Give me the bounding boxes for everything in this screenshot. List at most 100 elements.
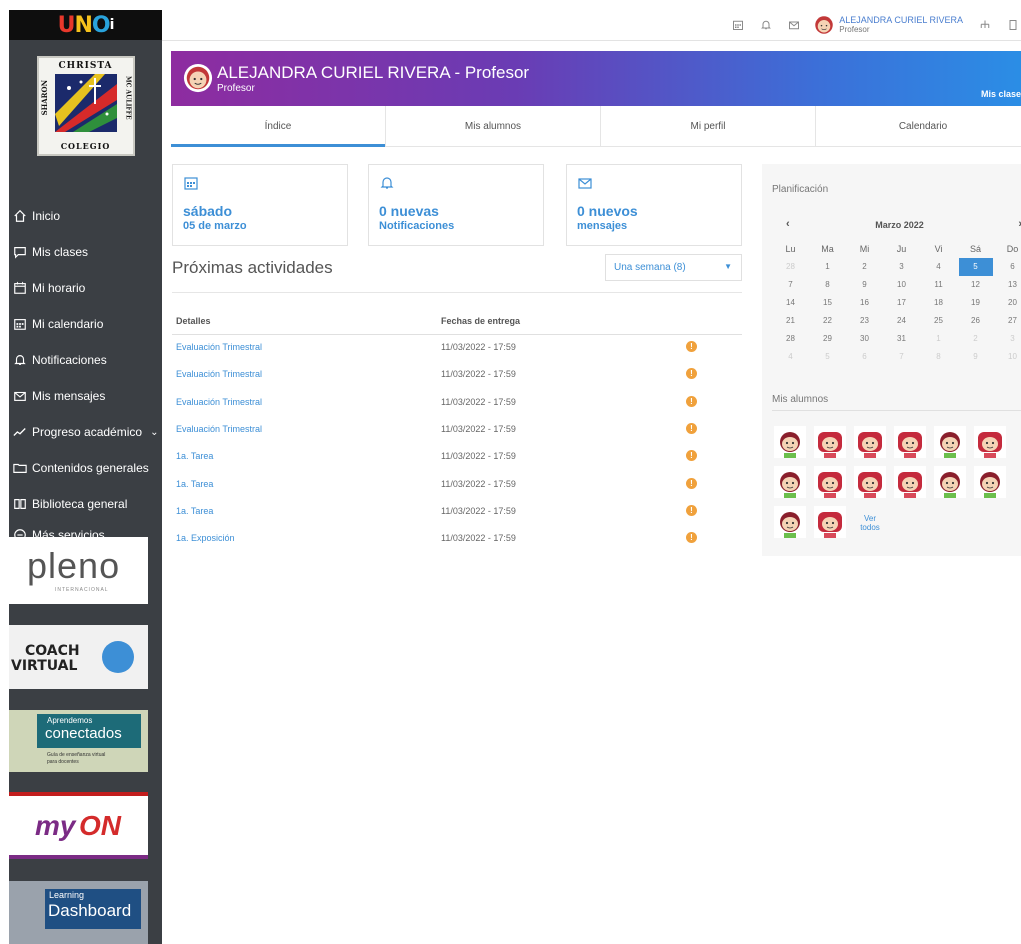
calendar-day[interactable]: 17 xyxy=(883,294,920,312)
see-all-students-link[interactable]: Ver todos xyxy=(854,514,886,532)
calendar-day[interactable]: 13 xyxy=(994,276,1021,294)
calendar-day[interactable]: 4 xyxy=(920,258,957,276)
calendar-day[interactable]: 2 xyxy=(957,330,994,348)
student-avatar[interactable] xyxy=(774,466,806,498)
calendar-day[interactable]: 30 xyxy=(846,330,883,348)
calendar-day[interactable]: 7 xyxy=(883,348,920,366)
calendar-day[interactable]: 11 xyxy=(920,276,957,294)
aprendemos-conectados-banner[interactable]: Aprendemos conectados Guía de enseñanza … xyxy=(9,710,148,772)
tab-calendario[interactable]: Calendario xyxy=(816,106,1021,146)
user-menu[interactable]: ALEJANDRA CURIEL RIVERA Profesor xyxy=(814,15,963,35)
calendar-day[interactable]: 1 xyxy=(920,330,957,348)
notifications-card[interactable]: 0 nuevas Notificaciones xyxy=(368,164,544,246)
table-row[interactable]: Evaluación Trimestral 11/03/2022 - 17:59! xyxy=(172,334,742,361)
table-row[interactable]: Evaluación Trimestral 11/03/2022 - 17:59! xyxy=(172,389,742,416)
student-avatar[interactable] xyxy=(774,506,806,538)
mail-icon[interactable] xyxy=(786,17,802,33)
calendar-day[interactable]: 6 xyxy=(846,348,883,366)
tab-indice[interactable]: Índice xyxy=(171,106,386,147)
calendar-day[interactable]: 8 xyxy=(920,348,957,366)
calendar-day[interactable]: 27 xyxy=(994,312,1021,330)
student-avatar[interactable] xyxy=(974,466,1006,498)
pleno-banner[interactable]: pleno INTERNACIONAL xyxy=(9,537,148,604)
student-avatar[interactable] xyxy=(854,466,886,498)
student-avatar[interactable] xyxy=(894,426,926,458)
activity-name[interactable]: Evaluación Trimestral xyxy=(176,342,262,352)
student-avatar[interactable] xyxy=(814,506,846,538)
calendar-icon[interactable] xyxy=(730,17,746,33)
chevron-down-icon[interactable]: ⌄ xyxy=(150,427,158,438)
student-avatar[interactable] xyxy=(854,426,886,458)
calendar-day[interactable]: 31 xyxy=(883,330,920,348)
calendar-day[interactable]: 20 xyxy=(994,294,1021,312)
table-row[interactable]: 1a. Tarea 11/03/2022 - 17:59! xyxy=(172,498,742,525)
org-chart-icon[interactable] xyxy=(977,17,993,33)
calendar-day[interactable]: 18 xyxy=(920,294,957,312)
calendar-day[interactable]: 21 xyxy=(772,312,809,330)
mis-clases-link[interactable]: Mis clase xyxy=(981,89,1021,99)
sidebar-item-biblioteca-general[interactable]: Biblioteca general xyxy=(9,486,162,522)
calendar-day[interactable]: 6 xyxy=(994,258,1021,276)
table-row[interactable]: 1a. Exposición 11/03/2022 - 17:59! xyxy=(172,525,742,552)
calendar-day-selected[interactable]: 5 xyxy=(957,258,994,276)
calendar-day[interactable]: 25 xyxy=(920,312,957,330)
activity-name[interactable]: 1a. Tarea xyxy=(176,451,213,461)
calendar-day[interactable]: 28 xyxy=(772,258,809,276)
activity-name[interactable]: Evaluación Trimestral xyxy=(176,397,262,407)
activity-name[interactable]: Evaluación Trimestral xyxy=(176,424,262,434)
calendar-day[interactable]: 2 xyxy=(846,258,883,276)
calendar-day[interactable]: 24 xyxy=(883,312,920,330)
activity-name[interactable]: Evaluación Trimestral xyxy=(176,369,262,379)
messages-card[interactable]: 0 nuevos mensajes xyxy=(566,164,742,246)
calendar-day[interactable]: 22 xyxy=(809,312,846,330)
table-row[interactable]: 1a. Tarea 11/03/2022 - 17:59! xyxy=(172,471,742,498)
tab-mi-perfil[interactable]: Mi perfil xyxy=(601,106,816,146)
calendar-day[interactable]: 3 xyxy=(883,258,920,276)
calendar-day[interactable]: 28 xyxy=(772,330,809,348)
activity-name[interactable]: 1a. Tarea xyxy=(176,479,213,489)
calendar-day[interactable]: 10 xyxy=(994,348,1021,366)
sidebar-item-progreso-academico[interactable]: Progreso académico ⌄ xyxy=(9,414,162,450)
calendar-day[interactable]: 9 xyxy=(957,348,994,366)
student-avatar[interactable] xyxy=(934,426,966,458)
calendar-day[interactable]: 8 xyxy=(809,276,846,294)
student-avatar[interactable] xyxy=(974,426,1006,458)
calendar-day[interactable]: 29 xyxy=(809,330,846,348)
student-avatar[interactable] xyxy=(934,466,966,498)
sidebar-item-mi-horario[interactable]: Mi horario xyxy=(9,270,162,306)
calendar-day[interactable]: 3 xyxy=(994,330,1021,348)
sidebar-item-mi-calendario[interactable]: Mi calendario xyxy=(9,306,162,342)
calendar-day[interactable]: 26 xyxy=(957,312,994,330)
uno-logo[interactable]: UNOi xyxy=(9,10,162,40)
calendar-day[interactable]: 14 xyxy=(772,294,809,312)
student-avatar[interactable] xyxy=(774,426,806,458)
calendar-day[interactable]: 1 xyxy=(809,258,846,276)
sidebar-item-inicio[interactable]: Inicio xyxy=(9,198,162,234)
student-avatar[interactable] xyxy=(894,466,926,498)
table-row[interactable]: 1a. Tarea 11/03/2022 - 17:59! xyxy=(172,443,742,470)
calendar-day[interactable]: 10 xyxy=(883,276,920,294)
calendar-day[interactable]: 23 xyxy=(846,312,883,330)
calendar-day[interactable]: 16 xyxy=(846,294,883,312)
coach-virtual-banner[interactable]: COACH VIRTUAL xyxy=(9,625,148,689)
calendar-day[interactable]: 5 xyxy=(809,348,846,366)
calendar-day[interactable]: 12 xyxy=(957,276,994,294)
period-select[interactable]: Una semana (8) ▼ xyxy=(605,254,742,281)
student-avatar[interactable] xyxy=(814,426,846,458)
activity-name[interactable]: 1a. Exposición xyxy=(176,533,235,543)
student-avatar[interactable] xyxy=(814,466,846,498)
sidebar-item-mis-mensajes[interactable]: Mis mensajes xyxy=(9,378,162,414)
myon-banner[interactable]: my ON xyxy=(9,792,148,859)
calendar-day[interactable]: 9 xyxy=(846,276,883,294)
sidebar-item-mis-clases[interactable]: Mis clases xyxy=(9,234,162,270)
calendar-day[interactable]: 19 xyxy=(957,294,994,312)
tab-mis-alumnos[interactable]: Mis alumnos xyxy=(386,106,601,146)
sidebar-item-contenidos-generales[interactable]: Contenidos generales xyxy=(9,450,162,486)
learning-dashboard-banner[interactable]: Learning Dashboard xyxy=(9,881,148,944)
calendar-day[interactable]: 4 xyxy=(772,348,809,366)
table-row[interactable]: Evaluación Trimestral 11/03/2022 - 17:59! xyxy=(172,416,742,443)
sidebar-item-notificaciones[interactable]: Notificaciones xyxy=(9,342,162,378)
table-row[interactable]: Evaluación Trimestral 11/03/2022 - 17:59! xyxy=(172,361,742,388)
calendar-day[interactable]: 7 xyxy=(772,276,809,294)
calendar-day[interactable]: 15 xyxy=(809,294,846,312)
